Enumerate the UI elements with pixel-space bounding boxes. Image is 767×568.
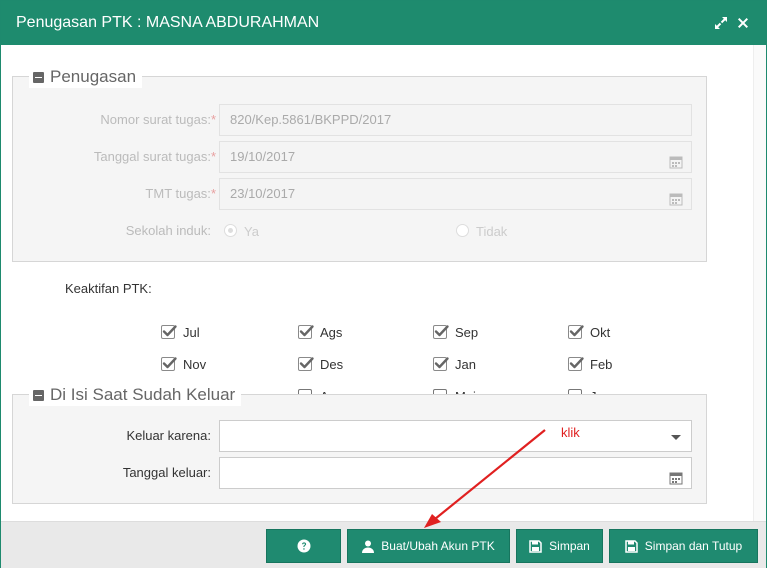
simpan-tutup-button[interactable]: Simpan dan Tutup xyxy=(609,529,758,563)
save-icon xyxy=(625,539,638,553)
tanggal-surat-value: 19/10/2017 xyxy=(230,149,296,164)
simpan-button[interactable]: Simpan xyxy=(516,529,603,563)
keluar-karena-select[interactable] xyxy=(219,420,692,452)
check-icon xyxy=(434,357,449,369)
radio-tidak-label: Tidak xyxy=(476,224,508,239)
checkbox-jan[interactable] xyxy=(433,357,449,371)
check-icon xyxy=(434,325,449,337)
check-icon xyxy=(162,325,177,337)
check-icon xyxy=(299,325,314,337)
check-icon xyxy=(569,325,584,337)
help-button[interactable] xyxy=(266,529,341,563)
dialog-title: Penugasan PTK : MASNA ABDURAHMAN xyxy=(16,14,320,31)
sekolah-induk-label: Sekolah induk: xyxy=(125,223,211,238)
dialog-titlebar[interactable]: Penugasan PTK : MASNA ABDURAHMAN xyxy=(1,1,766,45)
radio-tidak[interactable] xyxy=(456,224,469,237)
user-icon xyxy=(362,540,375,553)
penugasan-legend[interactable]: Penugasan xyxy=(29,66,143,88)
nomor-surat-label: Nomor surat tugas:* xyxy=(100,112,216,127)
scrollbar[interactable] xyxy=(753,45,766,521)
penugasan-fieldset: Penugasan Nomor surat tugas:* 820/Kep.58… xyxy=(12,66,707,262)
dialog-footer: Buat/Ubah Akun PTK Simpan Simpan dan Tut… xyxy=(1,521,766,568)
save-icon xyxy=(529,539,542,553)
dialog-window: Penugasan PTK : MASNA ABDURAHMAN Penugas… xyxy=(0,0,767,568)
tanggal-keluar-label: Tanggal keluar: xyxy=(122,465,211,480)
checkbox-label-okt: Okt xyxy=(590,325,611,340)
keluar-legend[interactable]: Di Isi Saat Sudah Keluar xyxy=(29,384,242,406)
tanggal-keluar-field[interactable] xyxy=(219,457,692,489)
nomor-surat-value: 820/Kep.5861/BKPPD/2017 xyxy=(230,112,392,127)
check-icon xyxy=(299,357,314,369)
simpan-label: Simpan xyxy=(549,539,590,553)
checkbox-label-jan: Jan xyxy=(455,357,476,372)
radio-ya[interactable] xyxy=(224,224,237,237)
penugasan-legend-label: Penugasan xyxy=(50,67,137,86)
check-icon xyxy=(162,357,177,369)
calendar-icon[interactable] xyxy=(669,466,683,485)
checkbox-nov[interactable] xyxy=(161,357,177,371)
calendar-icon[interactable] xyxy=(669,150,683,169)
simpan-tutup-label: Simpan dan Tutup xyxy=(644,539,743,553)
dialog-content: Penugasan Nomor surat tugas:* 820/Kep.58… xyxy=(1,45,753,521)
checkbox-label-ags: Ags xyxy=(320,325,343,340)
tmt-tugas-value: 23/10/2017 xyxy=(230,186,296,201)
collapse-icon[interactable] xyxy=(33,71,44,83)
keluar-karena-label: Keluar karena: xyxy=(126,428,211,443)
checkbox-ags[interactable] xyxy=(298,325,314,339)
checkbox-des[interactable] xyxy=(298,357,314,371)
checkbox-sep[interactable] xyxy=(433,325,449,339)
checkbox-label-feb: Feb xyxy=(590,357,613,372)
keluar-fieldset: Di Isi Saat Sudah Keluar Keluar karena: … xyxy=(12,384,707,504)
buat-akun-label: Buat/Ubah Akun PTK xyxy=(381,539,495,553)
checkbox-jul[interactable] xyxy=(161,325,177,339)
calendar-icon[interactable] xyxy=(669,187,683,206)
checkbox-label-jul: Jul xyxy=(183,325,200,340)
checkbox-okt[interactable] xyxy=(568,325,584,339)
keluar-legend-label: Di Isi Saat Sudah Keluar xyxy=(50,385,236,404)
tanggal-surat-label: Tanggal surat tugas:* xyxy=(93,149,216,164)
annotation-text: klik xyxy=(561,425,580,440)
maximize-icon[interactable] xyxy=(713,15,729,31)
tmt-tugas-field[interactable]: 23/10/2017 xyxy=(219,178,692,210)
buat-akun-button[interactable]: Buat/Ubah Akun PTK xyxy=(347,529,510,563)
chevron-down-icon[interactable] xyxy=(671,435,681,440)
question-circle-icon xyxy=(297,539,310,553)
radio-ya-label: Ya xyxy=(244,224,259,239)
nomor-surat-field[interactable]: 820/Kep.5861/BKPPD/2017 xyxy=(219,104,692,136)
tmt-tugas-label: TMT tugas:* xyxy=(145,186,216,201)
checkbox-label-nov: Nov xyxy=(183,357,207,372)
keaktifan-label: Keaktifan PTK: xyxy=(65,281,152,296)
check-icon xyxy=(569,357,584,369)
checkbox-label-des: Des xyxy=(320,357,344,372)
tanggal-surat-field[interactable]: 19/10/2017 xyxy=(219,141,692,173)
collapse-icon[interactable] xyxy=(33,389,44,401)
checkbox-label-sep: Sep xyxy=(455,325,479,340)
close-icon[interactable] xyxy=(735,15,751,31)
checkbox-feb[interactable] xyxy=(568,357,584,371)
